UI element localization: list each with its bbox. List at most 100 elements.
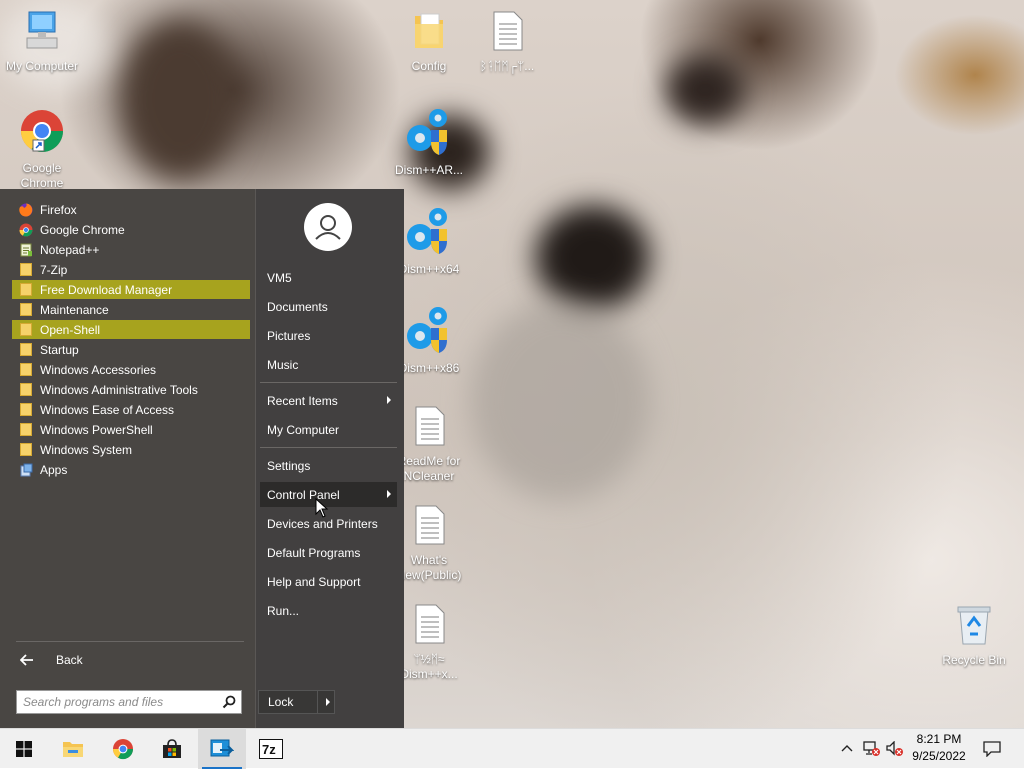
folder-icon xyxy=(19,363,33,377)
computer-icon xyxy=(26,11,58,49)
desktop-icon-recycle-bin[interactable]: Recycle Bin xyxy=(932,604,1016,668)
lock-button[interactable]: Lock xyxy=(258,690,335,714)
chevron-up-icon[interactable] xyxy=(841,744,853,752)
taskbar-file-explorer[interactable] xyxy=(49,729,97,769)
place-item-music[interactable]: Music xyxy=(260,352,397,377)
start-menu: Firefox Google Chrome Notepad++ 7-Zip Fr… xyxy=(0,189,404,728)
7zip-icon: 7z xyxy=(259,739,283,759)
place-label: Help and Support xyxy=(267,574,361,589)
place-label: Default Programs xyxy=(267,545,361,560)
taskbar-microsoft-store[interactable] xyxy=(148,729,196,769)
place-item-help-and-support[interactable]: Help and Support xyxy=(260,569,397,594)
search-box[interactable] xyxy=(16,690,242,714)
program-item-windows-accessories[interactable]: Windows Accessories xyxy=(12,360,250,379)
programs-separator xyxy=(16,641,244,642)
place-item-documents[interactable]: Documents xyxy=(260,294,397,319)
avatar[interactable] xyxy=(304,203,352,251)
folder-icon xyxy=(19,303,33,317)
file-explorer-icon xyxy=(63,742,83,757)
place-item-my-computer[interactable]: My Computer xyxy=(260,417,397,442)
lock-options-button[interactable] xyxy=(317,691,335,713)
place-label: Settings xyxy=(267,458,311,473)
folder-icon xyxy=(19,443,33,457)
place-label: Music xyxy=(267,357,299,372)
place-label: VM5 xyxy=(267,270,292,285)
place-item-user[interactable]: VM5 xyxy=(260,265,397,290)
program-label: 7-Zip xyxy=(40,262,68,277)
taskbar-open-shell[interactable] xyxy=(198,729,246,769)
folder-icon xyxy=(19,403,33,417)
volume-muted-icon[interactable] xyxy=(886,741,904,757)
program-item-windows-administrative-tools[interactable]: Windows Administrative Tools xyxy=(12,380,250,399)
desktop-icon-my-computer[interactable]: My Computer xyxy=(0,10,84,74)
place-item-pictures[interactable]: Pictures xyxy=(260,323,397,348)
program-item-startup[interactable]: Startup xyxy=(12,340,250,359)
arrow-left-icon xyxy=(20,654,33,666)
chrome-shortcut-icon xyxy=(20,110,64,153)
network-disconnected-icon[interactable] xyxy=(863,741,881,757)
desktop-icon-text-file[interactable]: ᛒᛑᛖᛗ┌ᛘ... xyxy=(465,10,549,74)
program-item-windows-system[interactable]: Windows System xyxy=(12,440,250,459)
program-item-open-shell[interactable]: Open-Shell xyxy=(12,320,250,339)
notification-icon[interactable] xyxy=(983,741,1001,757)
lock-label: Lock xyxy=(268,695,294,709)
taskbar-7zip[interactable]: 7z xyxy=(247,729,295,769)
program-label: Maintenance xyxy=(40,302,109,317)
mouse-cursor-icon xyxy=(315,498,329,518)
place-item-run[interactable]: Run... xyxy=(260,598,397,623)
clock-date: 9/25/2022 xyxy=(912,749,966,763)
back-label: Back xyxy=(56,653,83,667)
apps-icon xyxy=(19,463,33,477)
place-label: Pictures xyxy=(267,328,311,343)
taskbar-chrome[interactable] xyxy=(99,729,147,769)
desktop-icon-label: Recycle Bin xyxy=(942,653,1006,667)
program-item-windows-ease-of-access[interactable]: Windows Ease of Access xyxy=(12,400,250,419)
clock-time: 8:21 PM xyxy=(916,732,962,746)
place-label: Recent Items xyxy=(267,393,338,408)
folder-icon xyxy=(415,13,443,48)
desktop-icon-config[interactable]: Config xyxy=(387,10,471,74)
program-item-apps[interactable]: Apps xyxy=(12,460,250,479)
program-item-free-download-manager[interactable]: Free Download Manager xyxy=(12,280,250,299)
store-icon xyxy=(163,739,181,758)
program-label: Google Chrome xyxy=(40,222,125,237)
clock[interactable]: 8:21 PM 9/25/2022 xyxy=(906,732,972,763)
program-item-google-chrome[interactable]: Google Chrome xyxy=(12,220,250,239)
program-item-maintenance[interactable]: Maintenance xyxy=(12,300,250,319)
start-button[interactable] xyxy=(0,729,48,769)
search-input[interactable] xyxy=(23,694,213,710)
chrome-icon xyxy=(112,739,134,760)
desktop-icon-google-chrome[interactable]: Google Chrome xyxy=(0,108,84,191)
program-label: Startup xyxy=(40,342,79,357)
program-item-firefox[interactable]: Firefox xyxy=(12,200,250,219)
folder-icon xyxy=(19,383,33,397)
folder-icon xyxy=(19,343,33,357)
program-item-notepad-plus-plus[interactable]: Notepad++ xyxy=(12,240,250,259)
dism-gear-shield-icon xyxy=(407,307,447,353)
place-label: Run... xyxy=(267,603,300,618)
program-label: Windows PowerShell xyxy=(40,422,153,437)
place-item-recent-items[interactable]: Recent Items xyxy=(260,388,397,413)
windows-logo-icon xyxy=(16,741,32,757)
program-item-7zip[interactable]: 7-Zip xyxy=(12,260,250,279)
user-icon xyxy=(315,215,341,240)
place-item-default-programs[interactable]: Default Programs xyxy=(260,540,397,565)
search-icon[interactable] xyxy=(222,695,236,709)
desktop-icon-dism-arm[interactable]: Dism++AR... xyxy=(387,106,471,178)
firefox-icon xyxy=(19,203,33,217)
desktop-icon-label: Dism++AR... xyxy=(394,163,463,177)
program-label: Windows Ease of Access xyxy=(40,402,175,417)
back-button[interactable]: Back xyxy=(16,649,244,671)
text-file-icon xyxy=(415,604,445,644)
places-panel: VM5 Documents Pictures Music Recent Item… xyxy=(255,189,404,728)
desktop-icon-label: ᛒᛑᛖᛗ┌ᛘ... xyxy=(479,59,535,73)
place-label: Documents xyxy=(267,299,328,314)
desktop-icon-label: Google Chrome xyxy=(20,161,64,190)
folder-icon xyxy=(19,263,33,277)
program-label: Open-Shell xyxy=(40,322,101,337)
submenu-arrow-icon xyxy=(387,396,391,404)
program-item-windows-powershell[interactable]: Windows PowerShell xyxy=(12,420,250,439)
chevron-right-icon xyxy=(326,698,330,706)
recycle-bin-icon xyxy=(957,606,991,645)
place-item-settings[interactable]: Settings xyxy=(260,453,397,478)
